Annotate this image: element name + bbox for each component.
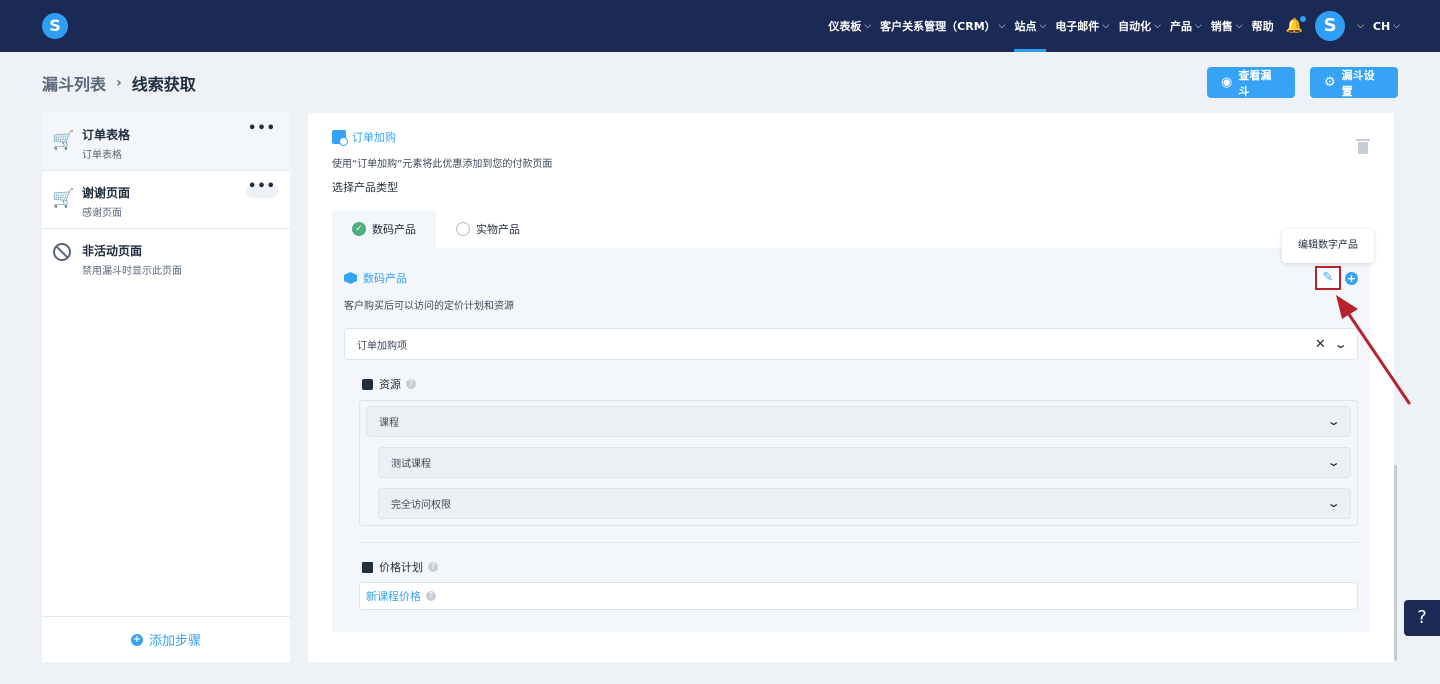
step-subtitle: 禁用漏斗时显示此页面 xyxy=(82,266,182,277)
chevron-down-icon: ⌵ xyxy=(1393,21,1400,31)
price-plan-label: 价格计划 ? xyxy=(362,559,438,575)
step-thank-you[interactable]: 🛒 谢谢页面 感谢页面 ••• xyxy=(42,171,290,229)
more-options-icon[interactable]: ••• xyxy=(246,122,278,140)
nav-menu: 仪表板 ⌵ 客户关系管理（CRM） ⌵ 站点 ⌵ 电子邮件 ⌵ 自动化 ⌵ 产品 ⌵ 销售 ⌵… xyxy=(819,0,1400,52)
nav-item-products[interactable]: 产品 ⌵ xyxy=(1170,0,1202,52)
access-level-select[interactable]: 完全访问权限 ⌄ xyxy=(378,488,1351,519)
chevron-down-icon: ⌄ xyxy=(1326,497,1341,510)
cart-icon: 🛒 xyxy=(52,130,75,151)
order-bump-icon xyxy=(332,130,348,146)
chevron-down-icon: ⌵ xyxy=(864,21,872,31)
gear-icon: ⚙ xyxy=(1324,75,1336,90)
avatar[interactable]: S xyxy=(1315,11,1346,41)
nav-item-automation[interactable]: 自动化 ⌵ xyxy=(1118,0,1161,52)
resources-label: 资源 ? xyxy=(362,376,416,392)
check-circle-icon: ✓ xyxy=(352,222,366,236)
page-title: 线索获取 xyxy=(131,75,196,94)
digital-product-description: 客户购买后可以访问的定价计划和资源 xyxy=(344,301,514,312)
funnel-steps-sidebar: 🛒 订单表格 订单表格 ••• 🛒 谢谢页面 感谢页面 ••• 非活动页面 禁用… xyxy=(42,113,290,662)
tab-physical-product[interactable]: 实物产品 xyxy=(436,210,540,248)
radio-empty-icon xyxy=(456,222,470,236)
language-selector[interactable]: CH ⌵ xyxy=(1373,0,1400,52)
chevron-down-icon: ⌄ xyxy=(1326,415,1341,428)
edit-product-tooltip: 编辑数字产品 xyxy=(1282,229,1374,263)
annotation-arrow xyxy=(1336,295,1411,405)
add-step-button[interactable]: + 添加步骤 xyxy=(42,616,290,662)
chevron-down-icon: ⌵ xyxy=(1039,21,1047,31)
chevron-down-icon: ⌵ xyxy=(998,21,1006,31)
price-plan-input[interactable]: 新课程价格 ? xyxy=(359,582,1358,610)
section-divider xyxy=(359,542,1358,543)
product-type-tabs: ✓ 数码产品 实物产品 xyxy=(332,210,540,248)
element-description: 使用“订单加购”元素将此优惠添加到您的付款页面 xyxy=(332,159,553,170)
chevron-down-icon: ⌵ xyxy=(1194,21,1202,31)
add-product-button[interactable]: + xyxy=(1345,272,1358,285)
nav-item-dashboard[interactable]: 仪表板 ⌵ xyxy=(828,0,871,52)
nav-item-email[interactable]: 电子邮件 ⌵ xyxy=(1055,0,1109,52)
course-type-select[interactable]: 课程 ⌄ xyxy=(366,406,1351,437)
cube-icon xyxy=(344,272,357,284)
more-options-icon[interactable]: ••• xyxy=(246,180,278,198)
disabled-icon xyxy=(53,243,71,261)
resources-icon xyxy=(362,378,373,390)
plus-circle-icon: + xyxy=(130,633,143,646)
chevron-down-icon: ⌵ xyxy=(1102,21,1110,31)
funnel-settings-button[interactable]: ⚙ 漏斗设置 xyxy=(1310,67,1398,98)
view-funnel-button[interactable]: ◉ 查看漏斗 xyxy=(1207,67,1295,98)
element-editor-panel: 订单加购 使用“订单加购”元素将此优惠添加到您的付款页面 选择产品类型 ✓ 数码… xyxy=(308,113,1394,662)
step-inactive-page[interactable]: 非活动页面 禁用漏斗时显示此页面 xyxy=(42,229,290,287)
chevron-down-icon: ⌄ xyxy=(1326,456,1341,469)
digital-product-panel: 数码产品 客户购买后可以访问的定价计划和资源 ✎ + 订单加购项 ✕ ⌄ 资源 … xyxy=(332,248,1370,632)
step-subtitle: 订单表格 xyxy=(82,150,122,161)
bell-icon[interactable]: 🔔 xyxy=(1286,16,1307,34)
step-order-form[interactable]: 🛒 订单表格 订单表格 ••• xyxy=(42,113,290,171)
help-button[interactable]: ? xyxy=(1404,600,1440,636)
trash-icon[interactable] xyxy=(1356,139,1370,154)
help-icon[interactable]: ? xyxy=(406,379,416,389)
course-select[interactable]: 测试课程 ⌄ xyxy=(378,447,1351,478)
top-nav: S 仪表板 ⌵ 客户关系管理（CRM） ⌵ 站点 ⌵ 电子邮件 ⌵ 自动化 ⌵ 产品 ⌵ 销… xyxy=(0,0,1440,52)
step-title: 非活动页面 xyxy=(82,244,143,258)
order-bump-item-select[interactable]: 订单加购项 ✕ ⌄ xyxy=(344,328,1358,360)
app-logo[interactable]: S xyxy=(42,13,68,39)
nav-item-sales[interactable]: 销售 ⌵ xyxy=(1211,0,1243,52)
notification-dot xyxy=(1300,16,1307,22)
user-menu-chevron[interactable]: ⌵ xyxy=(1354,0,1364,52)
help-icon[interactable]: ? xyxy=(426,591,436,601)
scrollbar[interactable] xyxy=(1394,465,1397,661)
nav-item-help[interactable]: 帮助 xyxy=(1252,0,1274,52)
chevron-down-icon: ⌵ xyxy=(1154,21,1161,31)
tab-digital-product[interactable]: ✓ 数码产品 xyxy=(332,210,436,248)
nav-item-crm[interactable]: 客户关系管理（CRM） ⌵ xyxy=(880,0,1005,52)
chevron-down-icon: ⌵ xyxy=(1357,21,1364,31)
chevron-down-icon: ⌵ xyxy=(1235,21,1243,31)
eye-icon: ◉ xyxy=(1221,75,1233,90)
cart-check-icon: 🛒 xyxy=(52,188,75,209)
nav-item-sites[interactable]: 站点 ⌵ xyxy=(1014,0,1046,52)
wallet-icon xyxy=(362,561,373,573)
product-type-label: 选择产品类型 xyxy=(332,181,398,194)
help-icon[interactable]: ? xyxy=(428,562,438,572)
element-title: 订单加购 xyxy=(332,129,396,146)
breadcrumb-separator: › xyxy=(116,75,122,91)
breadcrumb: 漏斗列表 › 线索获取 xyxy=(42,71,196,95)
digital-product-title: 数码产品 xyxy=(344,270,407,286)
breadcrumb-funnel-list[interactable]: 漏斗列表 xyxy=(42,71,106,95)
step-subtitle: 感谢页面 xyxy=(82,208,122,219)
